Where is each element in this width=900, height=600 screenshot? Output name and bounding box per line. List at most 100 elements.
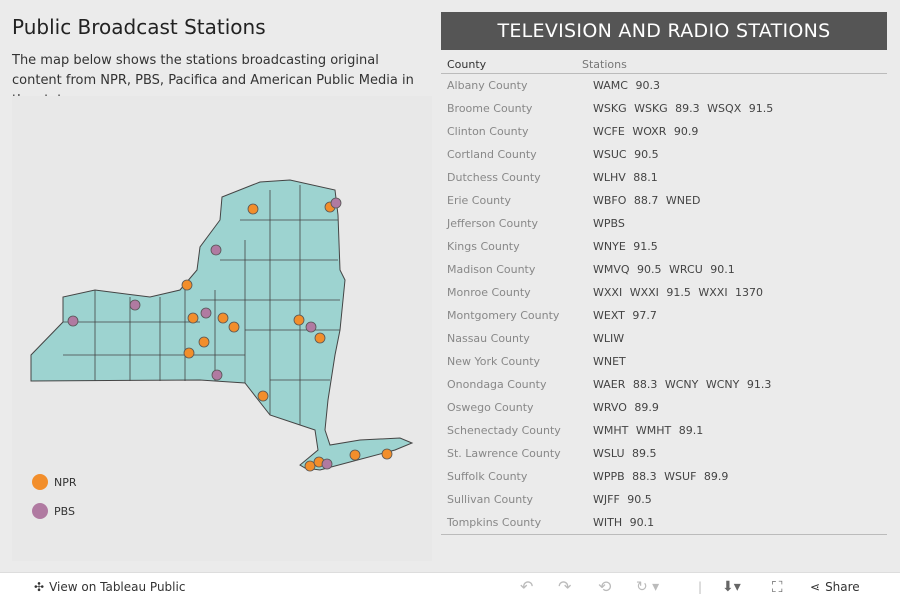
county-cell: Monroe County [447,286,531,299]
state-shape[interactable] [30,179,414,471]
table-row[interactable]: Madison County WMVQ 90.5 WRCU 90.1 [441,258,887,281]
county-cell: Dutchess County [447,171,541,184]
npr-station-marker[interactable] [183,347,195,359]
table-row[interactable]: Dutchess County WLHV 88.1 [441,166,887,189]
share-label: Share [825,579,860,594]
table-row[interactable]: Broome County WSKG WSKG 89.3 WSQX 91.5 [441,97,887,120]
stations-cell: WCFE WOXR 90.9 [593,125,699,138]
npr-station-marker[interactable] [381,448,393,460]
table-row[interactable]: Oswego County WRVO 89.9 [441,396,887,419]
county-cell: Madison County [447,263,536,276]
stations-cell: WSKG WSKG 89.3 WSQX 91.5 [593,102,774,115]
table-row[interactable]: Suffolk County WPPB 88.3 WSUF 89.9 [441,465,887,488]
undo-icon[interactable]: ↶ [520,577,533,596]
footer-toolbar: ✣ View on Tableau Public ↶ ↷ ⟲ ↻ ▾ | ⬇▾ ⛶… [0,572,900,600]
npr-station-marker[interactable] [217,312,229,324]
npr-station-marker[interactable] [304,460,316,472]
stations-cell: WAMC 90.3 [593,79,660,92]
map-panel[interactable]: NPR PBS [12,96,432,561]
table-row[interactable]: Jefferson County WPBS [441,212,887,235]
county-cell: Erie County [447,194,511,207]
refresh-icon[interactable]: ↻ ▾ [636,579,659,595]
county-cell: Oswego County [447,401,534,414]
table-row[interactable]: Schenectady County WMHT WMHT 89.1 [441,419,887,442]
table-row[interactable]: Kings County WNYE 91.5 [441,235,887,258]
pbs-station-marker[interactable] [330,197,342,209]
fullscreen-icon[interactable]: ⛶ [772,578,783,596]
table-row[interactable]: Tompkins County WITH 90.1 [441,511,887,534]
pbs-station-marker[interactable] [67,315,79,327]
view-on-tableau-button[interactable]: ✣ View on Tableau Public [34,580,185,594]
table-row[interactable]: Montgomery County WEXT 97.7 [441,304,887,327]
county-cell: Suffolk County [447,470,528,483]
county-cell: Tompkins County [447,516,542,529]
county-cell: Clinton County [447,125,529,138]
npr-station-marker[interactable] [198,336,210,348]
npr-station-marker[interactable] [228,321,240,333]
tableau-icon: ✣ [34,579,45,594]
npr-station-marker[interactable] [349,449,361,461]
table-row[interactable]: Clinton County WCFE WOXR 90.9 [441,120,887,143]
pbs-station-marker[interactable] [211,369,223,381]
redo-icon[interactable]: ↷ [558,577,571,596]
stations-cell: WNET [593,355,626,368]
county-cell: Albany County [447,79,528,92]
table-row[interactable]: Monroe County WXXI WXXI 91.5 WXXI 1370 [441,281,887,304]
stations-cell: WMVQ 90.5 WRCU 90.1 [593,263,735,276]
pbs-station-marker[interactable] [210,244,222,256]
county-cell: Schenectady County [447,424,561,437]
legend-npr[interactable]: NPR [32,474,77,490]
npr-station-marker[interactable] [247,203,259,215]
county-cell: Jefferson County [447,217,538,230]
npr-station-marker[interactable] [187,312,199,324]
download-icon[interactable]: ⬇▾ [722,579,741,595]
revert-icon[interactable]: ⟲ [598,577,611,596]
table-row[interactable]: Nassau County WLIW [441,327,887,350]
table-row[interactable]: Onondaga County WAER 88.3 WCNY WCNY 91.3 [441,373,887,396]
table-row[interactable]: Albany County WAMC 90.3 [441,74,887,97]
stations-cell: WSLU 89.5 [593,447,657,460]
county-cell: St. Lawrence County [447,447,561,460]
county-cell: Montgomery County [447,309,560,322]
column-county[interactable]: County [441,58,582,71]
pbs-station-marker[interactable] [305,321,317,333]
county-cell: Nassau County [447,332,530,345]
county-cell: Cortland County [447,148,537,161]
column-stations[interactable]: Stations [582,58,627,71]
table-row[interactable]: St. Lawrence County WSLU 89.5 [441,442,887,465]
stations-cell: WPBS [593,217,625,230]
pbs-station-marker[interactable] [129,299,141,311]
view-label: View on Tableau Public [49,579,186,594]
table-row[interactable]: Erie County WBFO 88.7 WNED [441,189,887,212]
county-cell: Kings County [447,240,520,253]
stations-cell: WEXT 97.7 [593,309,657,322]
pbs-station-marker[interactable] [200,307,212,319]
npr-station-marker[interactable] [293,314,305,326]
stations-cell: WLHV 88.1 [593,171,658,184]
share-button[interactable]: ⋖ Share [810,580,860,594]
stations-cell: WSUC 90.5 [593,148,659,161]
legend-label: NPR [54,475,77,489]
stations-cell: WNYE 91.5 [593,240,658,253]
new-york-map[interactable] [12,96,432,561]
table-row[interactable]: Cortland County WSUC 90.5 [441,143,887,166]
npr-station-marker[interactable] [181,279,193,291]
table-divider [441,534,887,535]
pbs-station-marker[interactable] [321,458,333,470]
stations-cell: WMHT WMHT 89.1 [593,424,704,437]
table-row[interactable]: New York County WNET [441,350,887,373]
county-cell: Sullivan County [447,493,534,506]
stations-cell: WJFF 90.5 [593,493,652,506]
table-column-headers: County Stations [441,56,887,74]
pbs-swatch [32,503,48,519]
npr-swatch [32,474,48,490]
stations-cell: WXXI WXXI 91.5 WXXI 1370 [593,286,764,299]
stations-cell: WLIW [593,332,625,345]
county-cell: Onondaga County [447,378,547,391]
stations-table: County Stations Albany County WAMC 90.3 Bro… [441,56,887,534]
table-row[interactable]: Sullivan County WJFF 90.5 [441,488,887,511]
npr-station-marker[interactable] [257,390,269,402]
legend-pbs[interactable]: PBS [32,503,75,519]
legend-label: PBS [54,504,75,518]
npr-station-marker[interactable] [314,332,326,344]
